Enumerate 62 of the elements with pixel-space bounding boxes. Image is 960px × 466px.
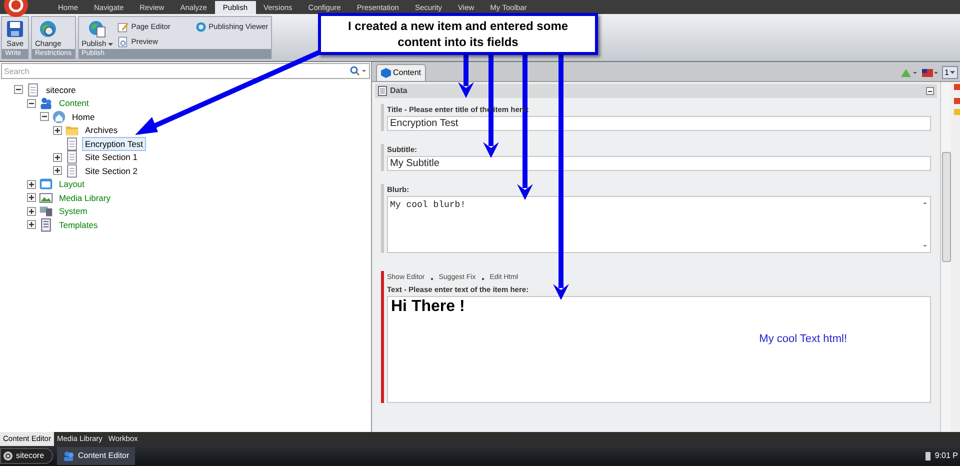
expand-icon[interactable] (27, 220, 36, 230)
tree-item[interactable]: sitecore (43, 82, 79, 97)
start-button[interactable]: sitecore (0, 448, 54, 464)
tree-item[interactable]: Archives (82, 123, 121, 138)
page-icon (65, 150, 79, 164)
tree-item[interactable]: Site Section 1 (82, 150, 140, 164)
callout-box: I created a new item and entered some content into its fields (318, 13, 598, 55)
battery-icon (924, 451, 931, 461)
viewer-icon (194, 20, 207, 32)
text-field[interactable]: Encryption Test (387, 116, 931, 131)
editor-tab[interactable]: Content (376, 64, 426, 81)
annotation-arrow (458, 55, 474, 98)
save-icon (5, 19, 25, 39)
computer-icon (39, 204, 53, 218)
collapse-toggle[interactable] (926, 87, 934, 95)
image-icon (39, 190, 53, 205)
taskbar-button[interactable]: Content Editor (57, 447, 136, 465)
rich-text-editor[interactable]: Hi There ! My cool Text html! (387, 296, 931, 403)
tree-item[interactable]: Content (56, 96, 92, 110)
expand-icon[interactable] (27, 193, 36, 202)
page-icon (65, 164, 79, 178)
people-icon (63, 451, 74, 461)
tree-item[interactable]: Site Section 2 (82, 164, 140, 178)
publish-icon (87, 19, 108, 39)
tree-item[interactable]: Home (69, 110, 98, 124)
scrollbar[interactable] (940, 82, 951, 432)
flag-icon[interactable] (920, 66, 939, 78)
edit-icon (117, 20, 130, 32)
home-icon (52, 110, 66, 124)
tree-item[interactable]: Templates (56, 218, 101, 232)
collapse-icon[interactable] (27, 98, 36, 108)
logo-icon (3, 451, 13, 461)
editor-text: My cool Text html! (759, 332, 847, 347)
clock: 9:01 P (934, 450, 959, 462)
search-field[interactable]: Search (1, 63, 370, 79)
tree-item[interactable]: Layout (56, 177, 88, 192)
tree-item[interactable]: Media Library (56, 190, 114, 205)
collapse-icon[interactable] (14, 85, 23, 94)
expand-icon[interactable] (53, 166, 62, 176)
section-header[interactable]: Data (375, 84, 937, 98)
page-icon (65, 136, 79, 151)
people-icon (39, 96, 53, 110)
preview-icon (117, 36, 130, 48)
globe-icon (38, 19, 58, 39)
caret-icon (950, 71, 955, 74)
expand-icon[interactable] (27, 206, 36, 216)
page-icon (26, 82, 40, 97)
search-icon[interactable] (349, 66, 367, 76)
expand-icon[interactable] (27, 180, 36, 189)
version-button[interactable]: 1 (942, 66, 958, 79)
document-icon (378, 86, 387, 96)
editor-heading: Hi There ! (391, 297, 466, 317)
text-field[interactable]: My Subtitle (387, 156, 931, 171)
tree-item[interactable]: Encryption Test (82, 136, 146, 151)
collapse-icon[interactable] (40, 112, 49, 122)
expand-icon[interactable] (53, 152, 62, 162)
cube-icon (381, 68, 391, 78)
expand-icon[interactable] (53, 126, 62, 135)
window-icon (39, 177, 53, 192)
document-icon (39, 218, 53, 232)
tree-item[interactable]: System (56, 204, 90, 218)
text-area[interactable]: My cool blurb! (387, 196, 931, 253)
